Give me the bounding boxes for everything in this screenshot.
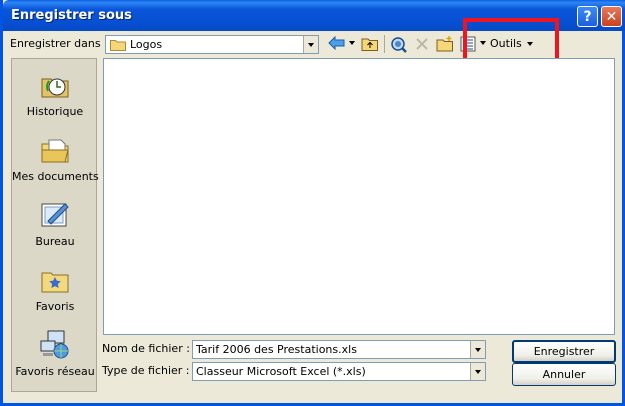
history-icon: [41, 78, 69, 98]
search-web-icon[interactable]: [390, 36, 408, 54]
network-places-icon: [40, 330, 69, 359]
save-button[interactable]: Enregistrer: [512, 340, 616, 363]
file-list[interactable]: [103, 58, 615, 335]
back-icon[interactable]: [328, 36, 346, 50]
chevron-down-icon: [475, 347, 481, 352]
save-in-value: Logos: [130, 38, 163, 51]
help-button[interactable]: ?: [577, 6, 598, 27]
cancel-button-label: Annuler: [542, 368, 586, 381]
filename-input[interactable]: Tarif 2006 des Prestations.xls: [192, 340, 486, 359]
filename-dropdown-arrow[interactable]: [470, 341, 485, 358]
desktop-icon: [41, 203, 69, 227]
save-as-dialog: Enregistrer sous ? ✕ Enregistrer dans : …: [0, 0, 625, 406]
question-mark-icon: ?: [583, 8, 592, 25]
save-in-dropdown[interactable]: Logos: [105, 35, 319, 54]
dialog-body: Enregistrer dans : Logos Outils Historiq…: [6, 18, 625, 403]
my-documents-icon: [41, 139, 69, 163]
new-folder-icon[interactable]: [436, 36, 454, 52]
favorites-icon: [41, 272, 69, 293]
save-in-dropdown-arrow[interactable]: [303, 36, 318, 53]
place-label: Bureau: [35, 235, 75, 248]
toolbar-separator: [384, 35, 385, 53]
back-history-dropdown[interactable]: [349, 41, 355, 45]
place-label: Favoris réseau: [15, 365, 95, 378]
place-label: Favoris: [35, 300, 75, 313]
filename-value: Tarif 2006 des Prestations.xls: [196, 343, 357, 356]
chevron-down-icon: [308, 42, 314, 47]
place-label: Historique: [26, 105, 84, 118]
filetype-value: Classeur Microsoft Excel (*.xls): [196, 365, 366, 378]
up-one-level-icon[interactable]: [361, 36, 379, 52]
filename-label: Nom de fichier :: [102, 342, 190, 355]
folder-icon: [110, 40, 126, 51]
cancel-button[interactable]: Annuler: [512, 363, 616, 386]
save-button-label: Enregistrer: [533, 345, 595, 358]
places-bar: Historique Mes documents Bureau Favoris …: [11, 58, 99, 392]
place-label: Mes documents: [12, 170, 99, 183]
chevron-down-icon: [475, 369, 481, 374]
window-title: Enregistrer sous: [11, 8, 132, 23]
filetype-dropdown[interactable]: Classeur Microsoft Excel (*.xls): [192, 362, 486, 381]
filetype-label: Type de fichier :: [102, 364, 190, 377]
save-in-label: Enregistrer dans :: [10, 37, 108, 50]
delete-icon[interactable]: [414, 36, 430, 52]
filetype-dropdown-arrow[interactable]: [470, 363, 485, 380]
close-icon: ✕: [605, 8, 618, 25]
close-button[interactable]: ✕: [601, 6, 622, 27]
chevron-down-icon: [349, 41, 355, 45]
